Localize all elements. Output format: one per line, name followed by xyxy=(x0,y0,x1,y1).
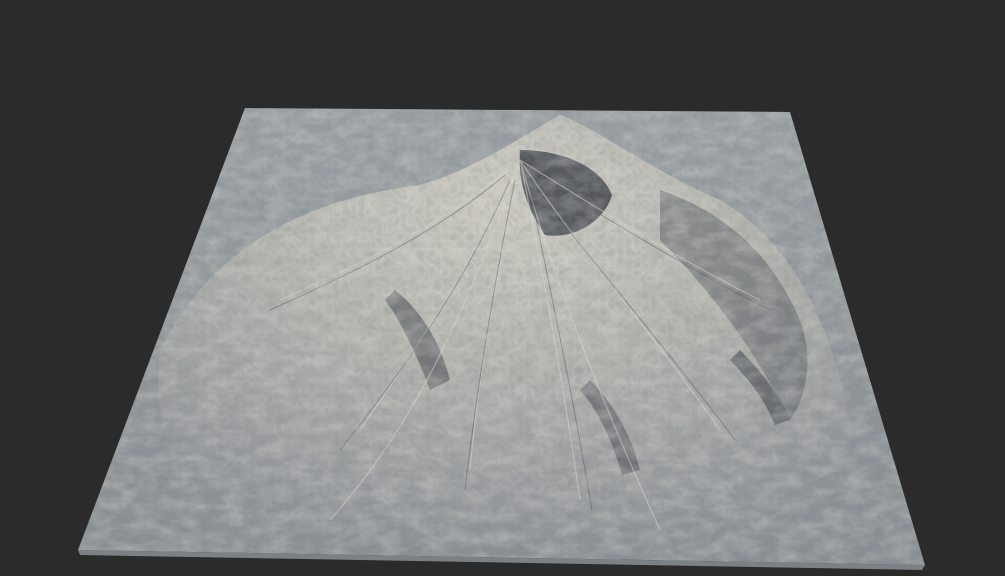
render-viewport[interactable] xyxy=(0,0,1005,576)
terrain-render xyxy=(78,108,925,570)
surface-grain xyxy=(78,108,925,565)
terrain-relief xyxy=(78,108,925,565)
